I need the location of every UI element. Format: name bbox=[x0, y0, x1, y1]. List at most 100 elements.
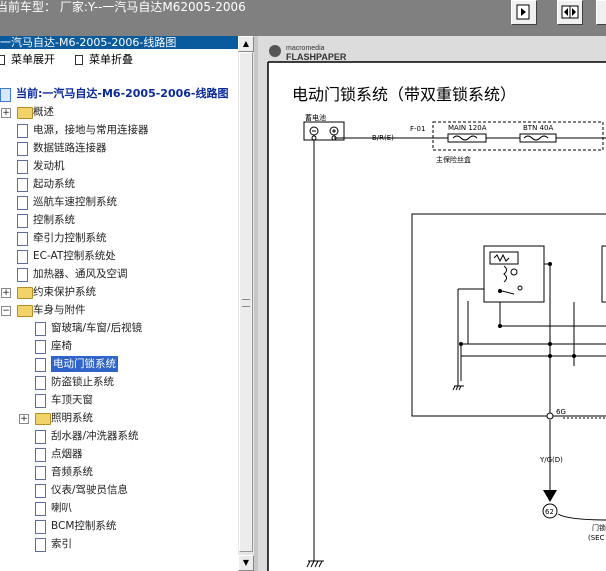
tree-item[interactable]: + 概述 bbox=[0, 104, 236, 120]
document-icon bbox=[35, 394, 46, 408]
tree-item[interactable]: BCM控制系统 bbox=[0, 518, 236, 534]
tree-header: 一汽马自达-M6-2005-2006-线路图 bbox=[0, 36, 254, 49]
tree-item[interactable]: 座椅 bbox=[0, 338, 236, 354]
fuse-main-label: MAIN 120A bbox=[448, 124, 487, 132]
next-button[interactable] bbox=[596, 0, 606, 25]
tree-item[interactable]: 仪表/驾驶员信息 bbox=[0, 482, 236, 498]
tree-item-label: 加热器、通风及空调 bbox=[33, 268, 128, 280]
tree-item-label: 防盗锁止系统 bbox=[51, 376, 114, 388]
tree-item-label: 牵引力控制系统 bbox=[33, 232, 107, 244]
window-title: 当前车型： 厂家:Y--一汽马自达M62005-2006 bbox=[0, 0, 246, 14]
expand-icon bbox=[0, 55, 5, 65]
collapse-node-icon[interactable]: − bbox=[1, 306, 11, 316]
tree-item[interactable]: 牵引力控制系统 bbox=[0, 230, 236, 246]
fuse-box-label: 主保险丝盒 bbox=[436, 155, 471, 164]
tree-item-label: 座椅 bbox=[51, 340, 72, 352]
tree-item[interactable]: 控制系统 bbox=[0, 212, 236, 228]
fit-width-icon bbox=[561, 5, 579, 19]
document-icon bbox=[35, 448, 46, 462]
fit-width-button[interactable] bbox=[511, 0, 537, 25]
document-icon bbox=[35, 430, 46, 444]
tree-item-label: 喇叭 bbox=[51, 502, 72, 514]
folder-icon bbox=[17, 305, 33, 317]
grip-icon bbox=[242, 299, 250, 307]
tree-item-label: 音频系统 bbox=[51, 466, 93, 478]
tree-item[interactable]: 电源，接地与常用连接器 bbox=[0, 122, 236, 138]
document-icon bbox=[17, 232, 28, 246]
expand-node-icon[interactable]: + bbox=[1, 108, 11, 118]
document-icon bbox=[17, 268, 28, 282]
navigation-tree-panel: 一汽马自达-M6-2005-2006-线路图 菜单展开 菜单折叠 当前:一汽马自… bbox=[0, 36, 254, 571]
tree-item[interactable]: + 约束保护系统 bbox=[0, 284, 236, 300]
expand-all-button[interactable]: 菜单展开 bbox=[0, 52, 55, 68]
expand-node-icon[interactable]: + bbox=[19, 414, 29, 424]
tree-item[interactable]: 加热器、通风及空调 bbox=[0, 266, 236, 282]
document-title: 电动门锁系统（带双重锁系统） bbox=[292, 85, 516, 104]
document-icon bbox=[35, 538, 46, 552]
tree-item-label: 约束保护系统 bbox=[33, 286, 96, 298]
tree-item-label: EC-AT控制系统处 bbox=[33, 250, 116, 262]
connector-6g-label: 6G bbox=[556, 408, 566, 416]
document-icon bbox=[17, 160, 28, 174]
tree-item[interactable]: 发动机 bbox=[0, 158, 236, 174]
fit-page-icon bbox=[516, 4, 530, 20]
connector-62-label: 62 bbox=[545, 508, 554, 516]
tree-item-label: 控制系统 bbox=[33, 214, 75, 226]
document-icon bbox=[35, 466, 46, 480]
door-lock-label: 门锁 bbox=[592, 523, 606, 532]
folder-icon bbox=[35, 413, 51, 425]
battery-label: 蓄电池 bbox=[305, 113, 326, 122]
collapse-all-button[interactable]: 菜单折叠 bbox=[75, 52, 133, 68]
fit-width-button-2[interactable] bbox=[557, 0, 583, 25]
tree-item-label: 窗玻璃/车窗/后视镜 bbox=[51, 322, 143, 334]
folder-icon bbox=[17, 287, 33, 299]
document-icon bbox=[35, 502, 46, 516]
tree-item-label: 照明系统 bbox=[51, 412, 93, 424]
tree-item[interactable]: 电动门锁系统 bbox=[0, 356, 236, 372]
wire-label-br: B/R(E) bbox=[372, 134, 394, 142]
tree-item-label: 车身与附件 bbox=[33, 304, 86, 316]
computer-icon bbox=[0, 88, 11, 102]
tree-item[interactable]: 巡航车速控制系统 bbox=[0, 194, 236, 210]
wire-label-yg: Y/G(D) bbox=[539, 456, 563, 464]
tree-item[interactable]: 起动系统 bbox=[0, 176, 236, 192]
tree-item[interactable]: 防盗锁止系统 bbox=[0, 374, 236, 390]
tree-item-label: 刮水器/冲洗器系统 bbox=[51, 430, 139, 442]
scroll-thumb[interactable] bbox=[239, 52, 253, 552]
document-page: 电动门锁系统（带双重锁系统） 蓄电池 B/R(E) F-01 MAIN 120A… bbox=[267, 61, 606, 571]
tree-item[interactable]: 数据链路连接器 bbox=[0, 140, 236, 156]
fuse-block-id: F-01 bbox=[410, 125, 425, 133]
vertical-scrollbar[interactable]: ▲ ▼ bbox=[238, 36, 254, 571]
collapse-icon bbox=[75, 55, 83, 65]
tree-item-label: 巡航车速控制系统 bbox=[33, 196, 117, 208]
tree-item[interactable]: 点烟器 bbox=[0, 446, 236, 462]
document-icon bbox=[17, 214, 28, 228]
scroll-up-button[interactable]: ▲ bbox=[238, 36, 254, 52]
tree-item[interactable]: 车顶天窗 bbox=[0, 392, 236, 408]
tree-item[interactable]: 音频系统 bbox=[0, 464, 236, 480]
tree-item[interactable]: 索引 bbox=[0, 536, 236, 552]
tree-item[interactable]: 刮水器/冲洗器系统 bbox=[0, 428, 236, 444]
tree-item[interactable]: + 照明系统 bbox=[0, 410, 236, 426]
scroll-down-button[interactable]: ▼ bbox=[238, 555, 254, 571]
document-viewer: macromedia FLASHPAPER 电动门锁系统（带双重锁系统） 蓄电池… bbox=[258, 36, 606, 571]
tree-item[interactable]: EC-AT控制系统处 bbox=[0, 248, 236, 264]
sec-label: (SEC bbox=[588, 534, 605, 542]
document-icon bbox=[17, 124, 28, 138]
document-icon bbox=[35, 484, 46, 498]
tree-item-label: 仪表/驾驶员信息 bbox=[51, 484, 129, 496]
tree-item[interactable]: − 车身与附件 bbox=[0, 302, 236, 318]
tree-item[interactable]: 喇叭 bbox=[0, 500, 236, 516]
tree-item-label: 点烟器 bbox=[51, 448, 83, 460]
document-icon bbox=[35, 340, 46, 354]
expand-node-icon[interactable]: + bbox=[1, 288, 11, 298]
tree-item-label: 电源，接地与常用连接器 bbox=[33, 124, 149, 136]
document-icon bbox=[17, 196, 28, 210]
tree-item-label: 数据链路连接器 bbox=[33, 142, 107, 154]
tree-item-label: 概述 bbox=[33, 106, 54, 118]
tree-item-label: BCM控制系统 bbox=[51, 520, 117, 532]
tree-item[interactable]: 窗玻璃/车窗/后视镜 bbox=[0, 320, 236, 336]
document-icon bbox=[17, 178, 28, 192]
document-icon bbox=[35, 376, 46, 390]
document-icon bbox=[17, 250, 28, 264]
